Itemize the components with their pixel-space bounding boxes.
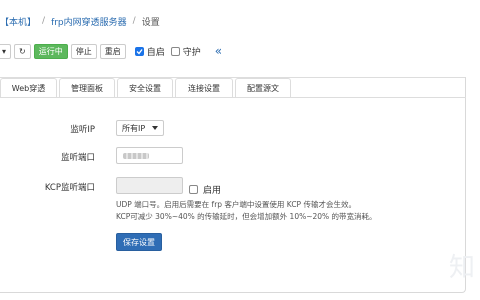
chevron-down-icon	[152, 126, 158, 130]
guard-checkbox[interactable]: 守护	[170, 45, 201, 58]
checkbox-unchecked-icon	[170, 46, 180, 56]
save-settings-button[interactable]: 保存设置	[116, 233, 162, 251]
restart-button[interactable]: 重启	[99, 43, 126, 59]
autostart-label: 自启	[146, 47, 165, 58]
breadcrumb-separator: /	[132, 16, 136, 26]
checkbox-checked-icon	[134, 46, 144, 56]
help-line: UDP 端口号。启用后需要在 frp 客户端中设置使用 KCP 传输才会生效。	[116, 200, 356, 209]
listen-port-input[interactable]	[116, 147, 183, 164]
breadcrumb-current: 设置	[141, 17, 160, 28]
tab-connection[interactable]: 连接设置	[175, 78, 233, 98]
kcp-enable-checkbox[interactable]: 启用	[189, 183, 221, 196]
settings-tabs: Web穿透 管理面板 安全设置 连接设置 配置源文	[0, 78, 293, 98]
breadcrumb-separator: /	[42, 16, 46, 26]
collapse-icon[interactable]: «	[215, 44, 222, 58]
refresh-button[interactable]: ↻	[14, 43, 31, 59]
tab-config-source[interactable]: 配置源文	[235, 78, 291, 98]
chevron-down-icon: ▾	[2, 46, 7, 56]
tabs-divider	[0, 97, 466, 98]
breadcrumb-app-link[interactable]: frp内网穿透服务器	[51, 15, 127, 28]
redacted-port-value	[123, 153, 149, 159]
listen-ip-value: 所有IP	[122, 123, 146, 133]
listen-ip-label: 监听IP	[70, 125, 95, 135]
watermark-logo: 知	[449, 253, 476, 283]
kcp-port-label: KCP监听端口	[44, 183, 95, 193]
listen-ip-select[interactable]: 所有IP	[116, 120, 164, 136]
tab-admin-panel[interactable]: 管理面板	[59, 78, 115, 98]
kcp-port-input[interactable]	[116, 177, 183, 194]
tab-web-tunnel[interactable]: Web穿透	[0, 78, 57, 98]
listen-port-label: 监听端口	[60, 153, 95, 163]
breadcrumb: 【本机】 / frp内网穿透服务器 / 设置	[0, 13, 160, 29]
kcp-enable-label: 启用	[203, 186, 222, 196]
checkbox-unchecked-icon	[189, 185, 198, 194]
refresh-icon: ↻	[19, 46, 26, 56]
service-toolbar: ▾ ↻ 运行中 停止 重启 自启 守护 «	[0, 43, 222, 59]
breadcrumb-host-link[interactable]: 【本机】	[0, 15, 36, 28]
tab-security[interactable]: 安全设置	[117, 78, 173, 98]
more-dropdown-button[interactable]: ▾	[0, 43, 12, 59]
stop-button[interactable]: 停止	[70, 43, 97, 59]
kcp-help-text: UDP 端口号。启用后需要在 frp 客户端中设置使用 KCP 传输才会生效。 …	[116, 199, 446, 223]
guard-label: 守护	[182, 47, 201, 58]
help-line: KCP可减少 30%~40% 的传输延时，但会增加额外 10%~20% 的带宽消…	[116, 212, 377, 221]
running-status-button[interactable]: 运行中	[33, 43, 68, 59]
autostart-checkbox[interactable]: 自启	[134, 45, 165, 58]
